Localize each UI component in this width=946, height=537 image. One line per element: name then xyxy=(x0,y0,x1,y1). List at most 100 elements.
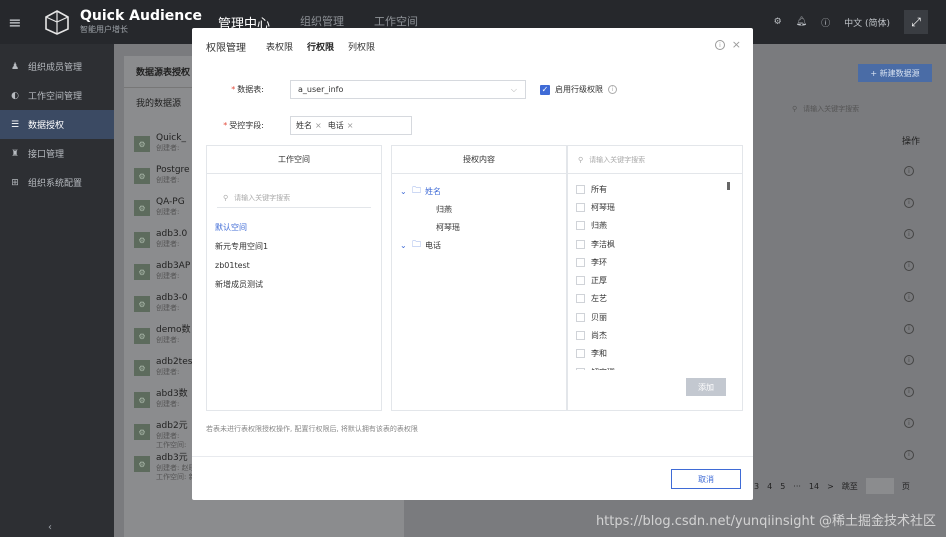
checkbox[interactable] xyxy=(576,202,585,212)
checkbox[interactable] xyxy=(576,221,585,231)
list-item[interactable]: ⚙ adb2tes 创建者: xyxy=(134,356,192,388)
sidebar-item-data-auth[interactable]: ☰ 数据授权 xyxy=(0,110,114,139)
info-icon[interactable]: i xyxy=(904,323,914,334)
help-icon[interactable]: i xyxy=(715,40,725,50)
scrollbar[interactable] xyxy=(727,182,730,190)
gear-icon[interactable]: ⚙ xyxy=(774,17,782,27)
checkbox[interactable] xyxy=(576,239,585,249)
table-select[interactable]: a_user_info ⌵ xyxy=(290,80,526,99)
page-4[interactable]: 4 xyxy=(767,482,772,491)
modal-header: 权限管理 表权限 行权限 列权限 i × xyxy=(192,28,753,64)
user-name: 所有 xyxy=(591,184,607,194)
chevron-down-icon[interactable]: ⌄ xyxy=(400,241,408,250)
info-icon[interactable]: i xyxy=(904,449,914,460)
tab-column-permission[interactable]: 列权限 xyxy=(348,40,375,53)
workspace-item[interactable]: 新元专用空间1 xyxy=(215,237,381,256)
info-icon[interactable]: i xyxy=(608,85,617,94)
sidebar-item-members[interactable]: ♟ 组织成员管理 xyxy=(0,52,114,81)
close-icon[interactable]: × xyxy=(315,121,322,130)
checkbox[interactable] xyxy=(576,367,585,370)
checkbox[interactable] xyxy=(576,312,585,322)
info-icon[interactable]: i xyxy=(904,166,914,176)
info-icon[interactable]: i xyxy=(904,418,914,428)
user-search-input[interactable]: ⚲ 请输入关键字搜索 xyxy=(568,146,742,174)
info-icon[interactable]: i xyxy=(904,197,914,208)
page-14[interactable]: 14 xyxy=(809,482,819,491)
list-icon: ☰ xyxy=(10,119,20,130)
workspace-item[interactable]: zb01test xyxy=(215,256,381,275)
page-5[interactable]: 5 xyxy=(780,482,785,491)
new-datasource-button[interactable]: + 新建数据源 xyxy=(858,64,932,82)
bell-icon[interactable]: 🔔︎ xyxy=(796,17,807,27)
list-item[interactable]: ⚙ adb3AP 创建者: xyxy=(134,260,190,292)
user-item[interactable]: 解宜珊 xyxy=(576,363,742,370)
user-item[interactable]: 左艺 xyxy=(576,290,742,308)
list-item[interactable]: ⚙ Postgre 创建者: xyxy=(134,164,190,196)
sidebar-item-api[interactable]: ♜ 接口管理 xyxy=(0,139,114,168)
collapse-sidebar-button[interactable]: ‹ xyxy=(48,522,52,533)
expand-icon[interactable]: ⤢ xyxy=(904,10,928,34)
user-item[interactable]: 所有 xyxy=(576,180,742,198)
list-item[interactable]: ⚙ abd3数 创建者: xyxy=(134,388,188,420)
close-icon[interactable]: × xyxy=(732,38,741,51)
tree-node-name[interactable]: ⌄ 🗀︎ 姓名 xyxy=(400,182,566,200)
cancel-button[interactable]: 取消 xyxy=(671,469,741,489)
info-icon[interactable]: i xyxy=(904,260,914,271)
user-name: 贝丽 xyxy=(591,312,607,322)
checkbox[interactable] xyxy=(576,184,585,194)
list-item[interactable]: ⚙ adb3.0 创建者: xyxy=(134,228,187,260)
list-item[interactable]: ⚙ Quick_ 创建者: xyxy=(134,132,186,164)
next-page-button[interactable]: > xyxy=(827,482,834,491)
page-3[interactable]: 3 xyxy=(754,482,759,491)
tree-leaf[interactable]: 柯琴瑶 xyxy=(400,218,566,236)
list-item[interactable]: ⚙ adb2元 创建者: 工作空间: xyxy=(134,420,188,452)
user-item[interactable]: 李洁枫 xyxy=(576,235,742,253)
chevron-down-icon[interactable]: ⌄ xyxy=(400,187,408,196)
close-icon[interactable]: × xyxy=(347,121,354,130)
user-item[interactable]: 尚杰 xyxy=(576,326,742,344)
list-item[interactable]: ⚙ adb3-0 创建者: xyxy=(134,292,188,324)
language-switch[interactable]: 中文 (简体) xyxy=(844,16,890,29)
tab-table-permission[interactable]: 表权限 xyxy=(266,40,293,53)
workspace-list: 默认空间 新元专用空间1 zb01test 新增成员测试 xyxy=(207,208,381,294)
list-item-text: adb3.0 创建者: xyxy=(156,228,187,249)
datasource-search[interactable]: ⚲ 请输入关键字搜索 xyxy=(786,100,932,118)
enable-row-permission[interactable]: ✓ 启用行级权限 i xyxy=(540,84,617,95)
add-button[interactable]: 添加 xyxy=(686,378,726,396)
user-item[interactable]: 柯琴瑶 xyxy=(576,198,742,216)
watermark: https://blog.csdn.net/yunqiinsight @稀土掘金… xyxy=(595,514,936,529)
workspace-item[interactable]: 新增成员测试 xyxy=(215,275,381,294)
checkbox[interactable] xyxy=(576,257,585,267)
checkbox[interactable] xyxy=(576,349,585,359)
info-icon[interactable]: i xyxy=(904,355,914,365)
field-tags-select[interactable]: 姓名 × 电话 × xyxy=(290,116,412,135)
tree-leaf[interactable]: 归燕 xyxy=(400,200,566,218)
user-item[interactable]: 正厚 xyxy=(576,271,742,289)
sidebar-item-config[interactable]: ⊞ 组织系统配置 xyxy=(0,168,114,197)
user-item[interactable]: 李环 xyxy=(576,253,742,271)
datasource-icon: ⚙ xyxy=(134,296,150,312)
page-jump-input[interactable] xyxy=(865,478,894,494)
user-item[interactable]: 归燕 xyxy=(576,217,742,235)
checkbox[interactable] xyxy=(576,331,585,341)
workspace-item[interactable]: 默认空间 xyxy=(215,218,381,237)
table-label: * 数据表: xyxy=(231,85,264,94)
list-item[interactable]: ⚙ QA-PG 创建者: xyxy=(134,196,185,228)
help-icon[interactable]: ⓘ xyxy=(821,16,830,29)
info-icon[interactable]: i xyxy=(904,229,914,239)
field-tag: 姓名 × xyxy=(296,121,322,130)
checkbox[interactable] xyxy=(576,276,585,286)
tree-node-phone[interactable]: ⌄ 🗀︎ 电话 xyxy=(400,236,566,254)
list-item[interactable]: ⚙ demo数 创建者: xyxy=(134,324,191,356)
menu-icon[interactable]: ≡ xyxy=(0,0,30,44)
info-icon[interactable]: i xyxy=(904,292,914,302)
checkbox-checked-icon[interactable]: ✓ xyxy=(540,84,550,95)
user-item[interactable]: 贝丽 xyxy=(576,308,742,326)
tab-row-permission[interactable]: 行权限 xyxy=(307,40,334,53)
info-icon[interactable]: i xyxy=(904,386,914,397)
checkbox[interactable] xyxy=(576,294,585,304)
user-item[interactable]: 李和 xyxy=(576,345,742,363)
jump-label: 跳至 xyxy=(841,481,858,491)
workspace-search-input[interactable]: ⚲ 请输入关键字搜索 xyxy=(217,188,371,208)
sidebar-item-workspace[interactable]: ◐ 工作空间管理 xyxy=(0,81,114,110)
